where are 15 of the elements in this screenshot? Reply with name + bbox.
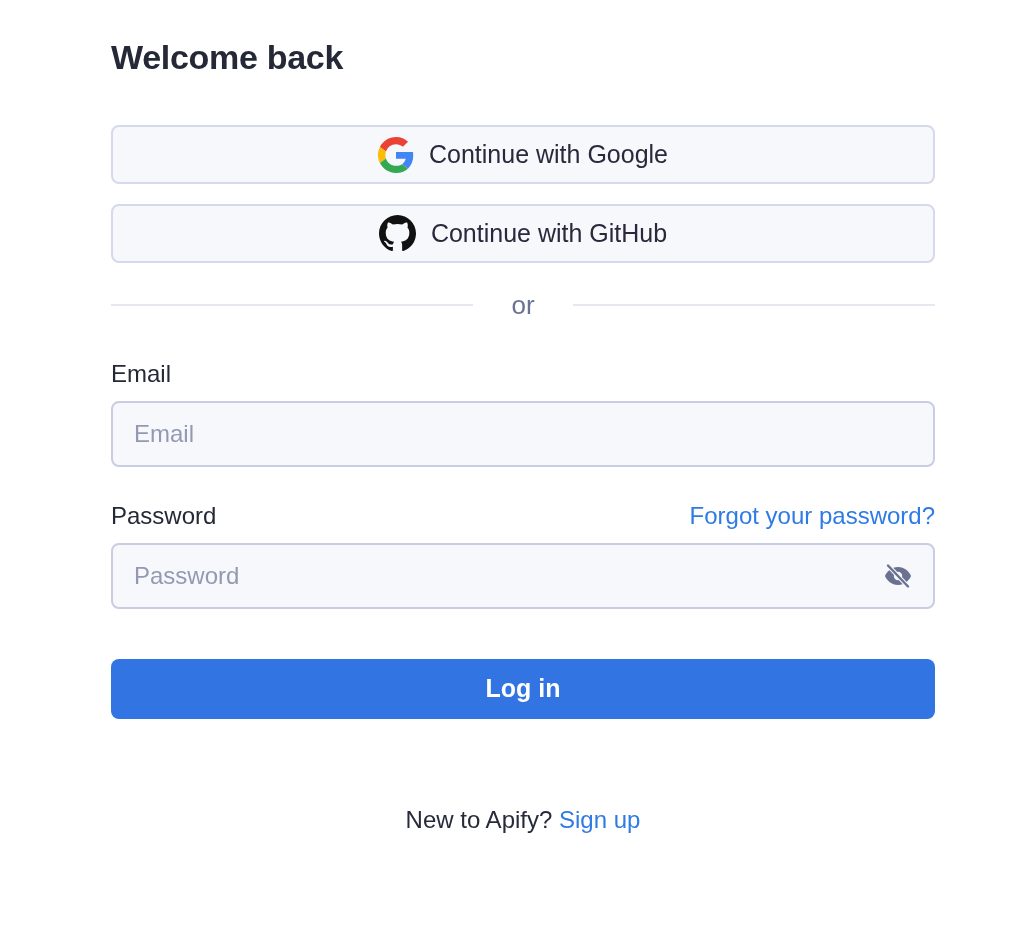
email-field[interactable]: Email <box>111 401 935 467</box>
google-g-icon <box>377 136 414 173</box>
divider-label: or <box>511 289 535 321</box>
github-sign-in-button[interactable]: Continue with GitHub <box>111 204 935 263</box>
octocat-icon <box>378 215 416 252</box>
eye-slash-icon[interactable] <box>884 564 912 588</box>
sign-up-prompt: New to Apify? Sign up <box>405 805 641 835</box>
field-label: Password <box>111 501 217 531</box>
forgot-password-link[interactable]: Forgot your password? <box>689 500 935 532</box>
password-field[interactable]: Password <box>111 543 935 609</box>
sign-up-link[interactable]: Sign up <box>559 806 641 833</box>
log-in-button[interactable]: Log in <box>111 659 935 719</box>
google-sign-in-button[interactable]: Continue with Google <box>111 125 935 184</box>
field-label: Email <box>111 359 171 389</box>
page-title: Welcome back <box>111 37 343 77</box>
